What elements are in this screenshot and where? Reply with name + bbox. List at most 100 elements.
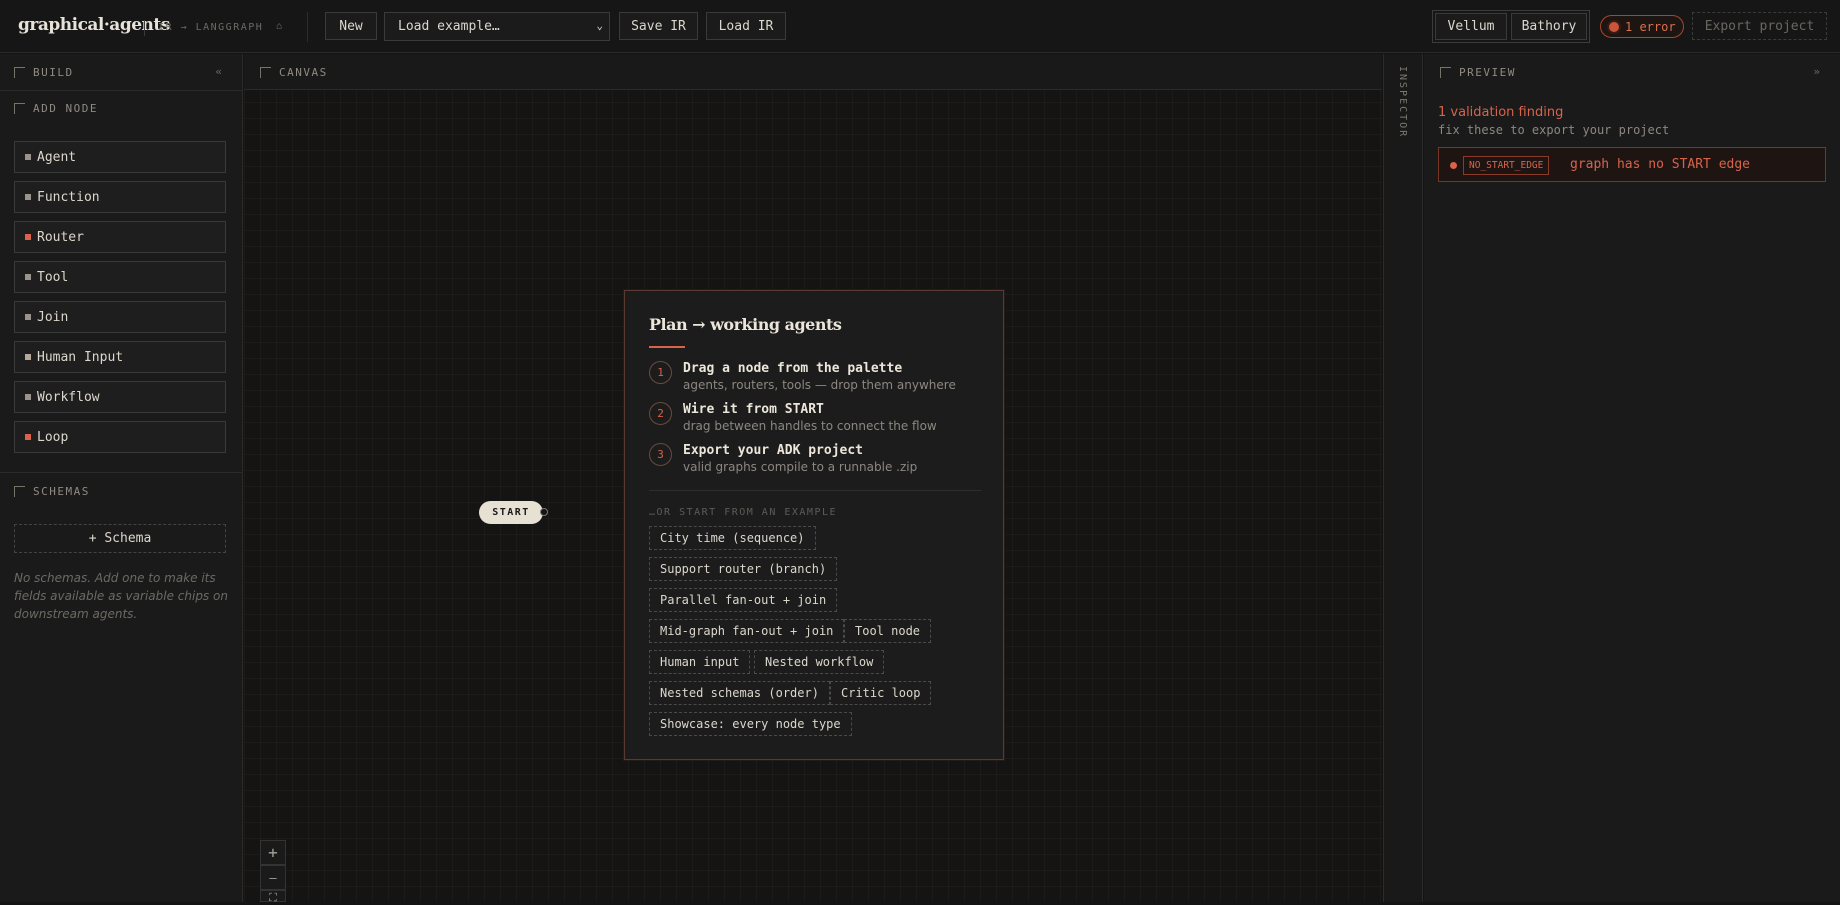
bell-icon[interactable]: ⌂	[276, 21, 282, 32]
palette-node-label: Join	[37, 309, 69, 325]
step-number: 1	[649, 361, 672, 384]
save-ir-button[interactable]: Save IR	[619, 12, 698, 40]
palette-node-label: Agent	[37, 149, 77, 165]
load-ir-button[interactable]: Load IR	[706, 12, 786, 40]
example-chip[interactable]: Mid-graph fan-out + join	[649, 619, 845, 643]
collapse-left-icon[interactable]: «	[215, 65, 222, 78]
error-dot-icon	[1609, 22, 1619, 32]
corner-icon	[14, 486, 25, 497]
validation-title: 1 validation finding	[1438, 105, 1564, 120]
collapse-right-icon[interactable]: »	[1813, 65, 1820, 78]
error-badge-label: 1 error	[1625, 19, 1676, 34]
brand-divider	[144, 20, 145, 36]
add-node-title: ADD NODE	[33, 102, 98, 115]
canvas-title-wrap: CANVAS	[260, 66, 328, 79]
step-number: 3	[649, 443, 672, 466]
palette-node-loop[interactable]: Loop	[14, 421, 226, 453]
finding-message: graph has no START edge	[1570, 157, 1751, 172]
inspector-rail[interactable]: INSPECTOR	[1383, 54, 1423, 902]
palette-node-label: Loop	[37, 429, 69, 445]
example-chip[interactable]: Nested schemas (order)	[649, 681, 830, 705]
palette-node-label: Function	[37, 189, 100, 205]
title-underline	[649, 346, 685, 348]
new-button[interactable]: New	[325, 12, 377, 40]
example-chip[interactable]: Parallel fan-out + join	[649, 588, 838, 612]
chevron-down-icon: ⌄	[596, 19, 603, 32]
corner-icon	[14, 103, 25, 114]
start-node[interactable]: START	[479, 501, 543, 524]
validation-finding[interactable]: NO_START_EDGE graph has no START edge	[1438, 147, 1826, 182]
node-dot-icon	[25, 274, 31, 280]
add-node-header: ADD NODE	[14, 102, 98, 115]
preview-title: PREVIEW	[1459, 66, 1516, 79]
load-example-select[interactable]: Load example… ⌄	[384, 12, 610, 41]
node-dot-icon	[25, 154, 31, 160]
app-logo: graphical·agents	[18, 15, 170, 35]
theme-switcher: Vellum Bathory	[1432, 10, 1590, 43]
schemas-title: SCHEMAS	[33, 485, 90, 498]
node-dot-icon	[25, 194, 31, 200]
build-sidebar: BUILD « ADD NODE Agent Function Router T…	[0, 54, 243, 902]
start-node-handle[interactable]	[540, 508, 548, 516]
step-title: Wire it from START	[683, 402, 824, 417]
corner-icon	[260, 67, 271, 78]
divider	[0, 90, 243, 91]
example-chip[interactable]: Showcase: every node type	[649, 712, 852, 736]
canvas-header: CANVAS	[244, 54, 1382, 90]
palette-node-router[interactable]: Router	[14, 221, 226, 253]
zoom-out-button[interactable]: —	[260, 865, 286, 890]
example-chip[interactable]: Nested workflow	[754, 650, 885, 674]
examples-label: …OR START FROM AN EXAMPLE	[649, 507, 838, 518]
example-chip[interactable]: Critic loop	[830, 681, 932, 705]
graph-canvas[interactable]: CANVAS START + — ⛶ Plan → working agents…	[244, 54, 1382, 904]
step-number: 2	[649, 402, 672, 425]
palette-node-tool[interactable]: Tool	[14, 261, 226, 293]
palette-node-join[interactable]: Join	[14, 301, 226, 333]
node-dot-icon	[25, 434, 31, 440]
error-dot-icon	[1450, 162, 1457, 169]
corner-icon	[1440, 67, 1451, 78]
load-example-value: Load example…	[398, 19, 500, 34]
palette-node-label: Router	[37, 229, 84, 245]
finding-code-badge: NO_START_EDGE	[1463, 156, 1550, 175]
fit-view-button[interactable]: ⛶	[260, 890, 286, 904]
build-title: BUILD	[33, 66, 74, 79]
preview-header: PREVIEW	[1440, 66, 1516, 79]
palette-node-label: Human Input	[37, 349, 124, 365]
node-dot-icon	[25, 234, 31, 240]
schemas-empty-note: No schemas. Add one to make its fields a…	[14, 571, 228, 621]
canvas-title: CANVAS	[279, 66, 328, 79]
palette-node-human-input[interactable]: Human Input	[14, 341, 226, 373]
divider	[649, 490, 981, 491]
add-schema-button[interactable]: + Schema	[14, 524, 226, 553]
palette-node-function[interactable]: Function	[14, 181, 226, 213]
palette-node-workflow[interactable]: Workflow	[14, 381, 226, 413]
example-chip[interactable]: City time (sequence)	[649, 526, 816, 550]
example-chip[interactable]: Support router (branch)	[649, 557, 838, 581]
example-chip[interactable]: Tool node	[844, 619, 932, 643]
palette-node-label: Tool	[37, 269, 69, 285]
validation-subtitle: fix these to export your project	[1438, 123, 1670, 137]
build-header: BUILD	[14, 66, 74, 79]
step-title: Export your ADK project	[683, 443, 864, 458]
node-dot-icon	[25, 314, 31, 320]
theme-vellum-button[interactable]: Vellum	[1435, 13, 1507, 40]
schemas-header: SCHEMAS	[14, 485, 90, 498]
node-dot-icon	[25, 354, 31, 360]
top-bar: graphical·agents IR → LANGGRAPH ⌂ New Lo…	[0, 0, 1840, 53]
divider	[0, 472, 243, 473]
node-dot-icon	[25, 394, 31, 400]
theme-bathory-button[interactable]: Bathory	[1511, 13, 1587, 40]
palette-node-label: Workflow	[37, 389, 100, 405]
preview-panel: PREVIEW » 1 validation finding fix these…	[1424, 54, 1840, 902]
corner-icon	[14, 67, 25, 78]
palette-node-agent[interactable]: Agent	[14, 141, 226, 173]
zoom-in-button[interactable]: +	[260, 840, 286, 865]
error-badge[interactable]: 1 error	[1600, 15, 1684, 38]
app-subtitle: IR → LANGGRAPH	[158, 22, 264, 33]
inspector-label: INSPECTOR	[1397, 66, 1408, 139]
step-title: Drag a node from the palette	[683, 361, 903, 376]
example-chip[interactable]: Human input	[649, 650, 751, 674]
step-subtitle: valid graphs compile to a runnable .zip	[683, 460, 918, 474]
export-project-button[interactable]: Export project	[1692, 12, 1827, 40]
